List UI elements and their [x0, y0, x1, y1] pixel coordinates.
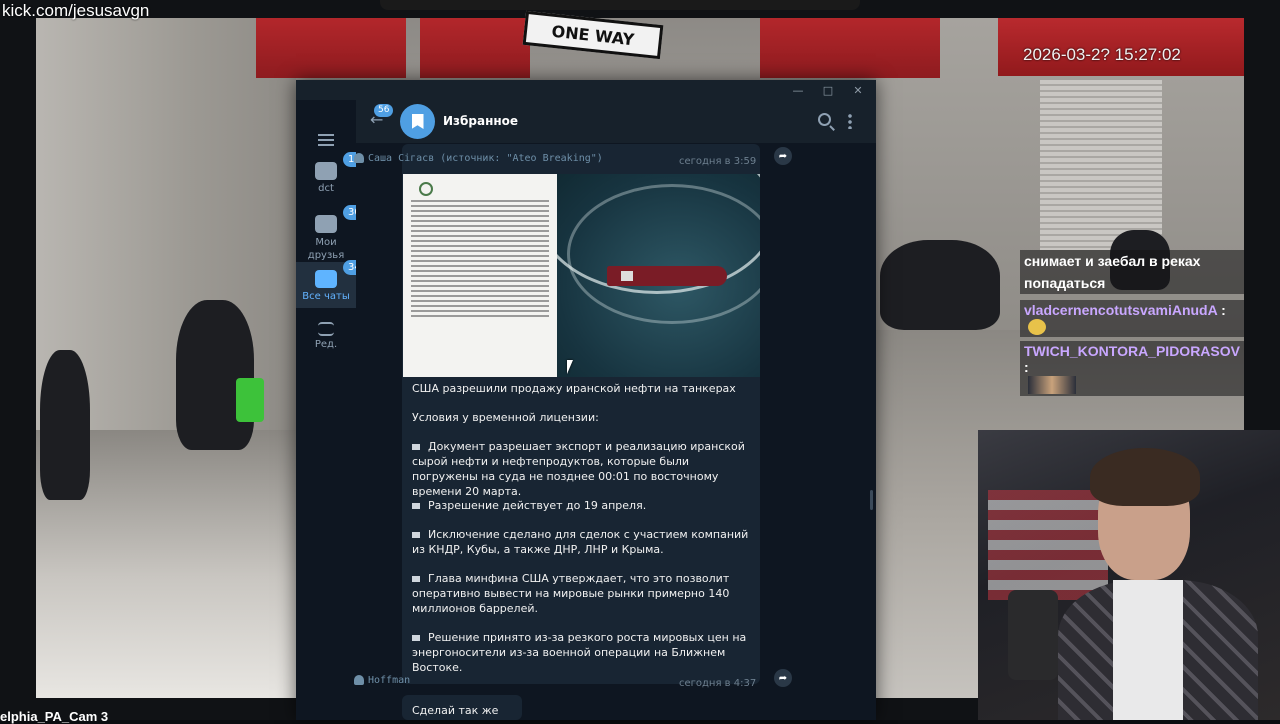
chat-separator: :: [1024, 359, 1029, 376]
bullet-icon: [412, 503, 420, 509]
awning: [760, 18, 940, 78]
minimize-button[interactable]: —: [788, 84, 808, 97]
edit-folders[interactable]: Ред.: [296, 322, 356, 362]
chat-username: TWICH_KONTORA_PIDORASOV: [1024, 343, 1240, 360]
more-menu-icon[interactable]: [848, 113, 852, 129]
stream-chat: снимает и заебал в реках попадаться vlad…: [1020, 250, 1244, 396]
flag-background: [988, 490, 1108, 600]
message-bullet: Исключение сделано для сделок с участием…: [412, 528, 749, 556]
stream-url: kick.com/jesusavgn: [2, 1, 150, 20]
streamer-webcam: [978, 430, 1280, 720]
chats-icon: 345: [315, 260, 373, 288]
document-image[interactable]: [403, 174, 557, 377]
message-paragraph: США разрешили продажу иранской нефти на …: [412, 382, 736, 395]
scrollbar[interactable]: [870, 490, 873, 510]
streamer-tshirt: [1113, 580, 1183, 720]
person-group: [880, 240, 1000, 330]
folder-dct[interactable]: 193 dct: [296, 152, 373, 202]
chat-header: ← 56 Избранное: [356, 100, 876, 144]
folder-all-chats[interactable]: 345 Все чаты: [296, 260, 373, 308]
maximize-button[interactable]: □: [818, 84, 838, 97]
unread-badge: 56: [374, 104, 394, 117]
chat-separator: :: [1221, 302, 1226, 318]
awning: [420, 18, 530, 78]
camera-timestamp: 2026-03-2? 15:27:02: [1023, 45, 1181, 64]
message-time: сегодня в 3:59: [679, 156, 757, 167]
share-icon[interactable]: ➦: [774, 669, 792, 687]
sliders-icon: [318, 322, 334, 336]
chat-username: vladcernencotutsvamiAnudA: [1024, 302, 1218, 318]
person: [40, 350, 90, 500]
message-bullet: Глава минфина США утверждает, что это по…: [412, 572, 730, 615]
forwarded-from[interactable]: Hoffman: [354, 675, 410, 686]
bullet-icon: [412, 576, 420, 582]
message-bullet: Разрешение действует до 19 апреля.: [412, 498, 757, 513]
message-time: сегодня в 4:37: [679, 678, 757, 689]
search-icon[interactable]: [818, 113, 831, 126]
chat-message: vladcernencotutsvamiAnudA :: [1020, 300, 1244, 338]
person: [176, 300, 254, 450]
chat-message: TWICH_KONTORA_PIDORASOV :: [1020, 341, 1244, 396]
folder-label: Все чаты: [302, 291, 350, 302]
streamer-hair: [1090, 448, 1200, 506]
telegram-window[interactable]: — □ ✕ 193 dct 30 Мои друзья 345 Все чаты…: [296, 80, 876, 720]
camera-name: elphia_PA_Cam 3: [0, 709, 109, 724]
chat-message-text: снимает и заебал в реках попадаться: [1020, 250, 1244, 294]
folder-label: Мои друзья: [307, 237, 345, 261]
close-button[interactable]: ✕: [848, 84, 868, 97]
folder-icon: 30: [315, 205, 366, 233]
folder-label: dct: [318, 183, 334, 194]
awning: [256, 18, 406, 78]
folder-icon: 193: [315, 152, 373, 180]
mouse-cursor: [567, 360, 573, 374]
microphone: [1008, 590, 1058, 680]
tanker-ship: [607, 266, 727, 286]
saved-messages-avatar[interactable]: [400, 104, 435, 139]
user-icon: [354, 675, 364, 685]
message-text: Сделай так же: [412, 704, 499, 717]
browser-top-bar: [380, 0, 860, 10]
window-titlebar: — □ ✕: [296, 80, 876, 100]
seal-icon: [419, 182, 433, 196]
ship-wake: [567, 184, 760, 324]
bookmark-icon: [411, 114, 424, 129]
folders-sidebar: 193 dct 30 Мои друзья 345 Все чаты Ред.: [296, 100, 373, 720]
bullet-icon: [412, 635, 420, 641]
emote-icon: [1028, 375, 1076, 394]
hamburger-menu-icon[interactable]: [318, 134, 334, 146]
folder-label: Ред.: [314, 339, 338, 350]
forwarded-from[interactable]: Саша Сігасв (источник: "Ateo Breaking"): [354, 153, 603, 164]
chat-title[interactable]: Избранное: [443, 114, 518, 128]
message-paragraph: Условия у временной лицензии:: [412, 411, 599, 424]
share-icon[interactable]: ➦: [774, 147, 792, 165]
rolling-shutter: [1040, 80, 1162, 250]
emote-icon: [1028, 319, 1046, 336]
tanker-image[interactable]: [557, 174, 760, 377]
message-bullet: Решение принято из-за резкого роста миро…: [412, 631, 747, 674]
folder-friends[interactable]: 30 Мои друзья: [296, 205, 366, 265]
bullet-icon: [412, 532, 420, 538]
green-bag: [236, 378, 264, 422]
bullet-icon: [412, 444, 420, 450]
message-bullet: Документ разрешает экспорт и реализацию …: [412, 440, 745, 498]
user-icon: [354, 153, 364, 163]
